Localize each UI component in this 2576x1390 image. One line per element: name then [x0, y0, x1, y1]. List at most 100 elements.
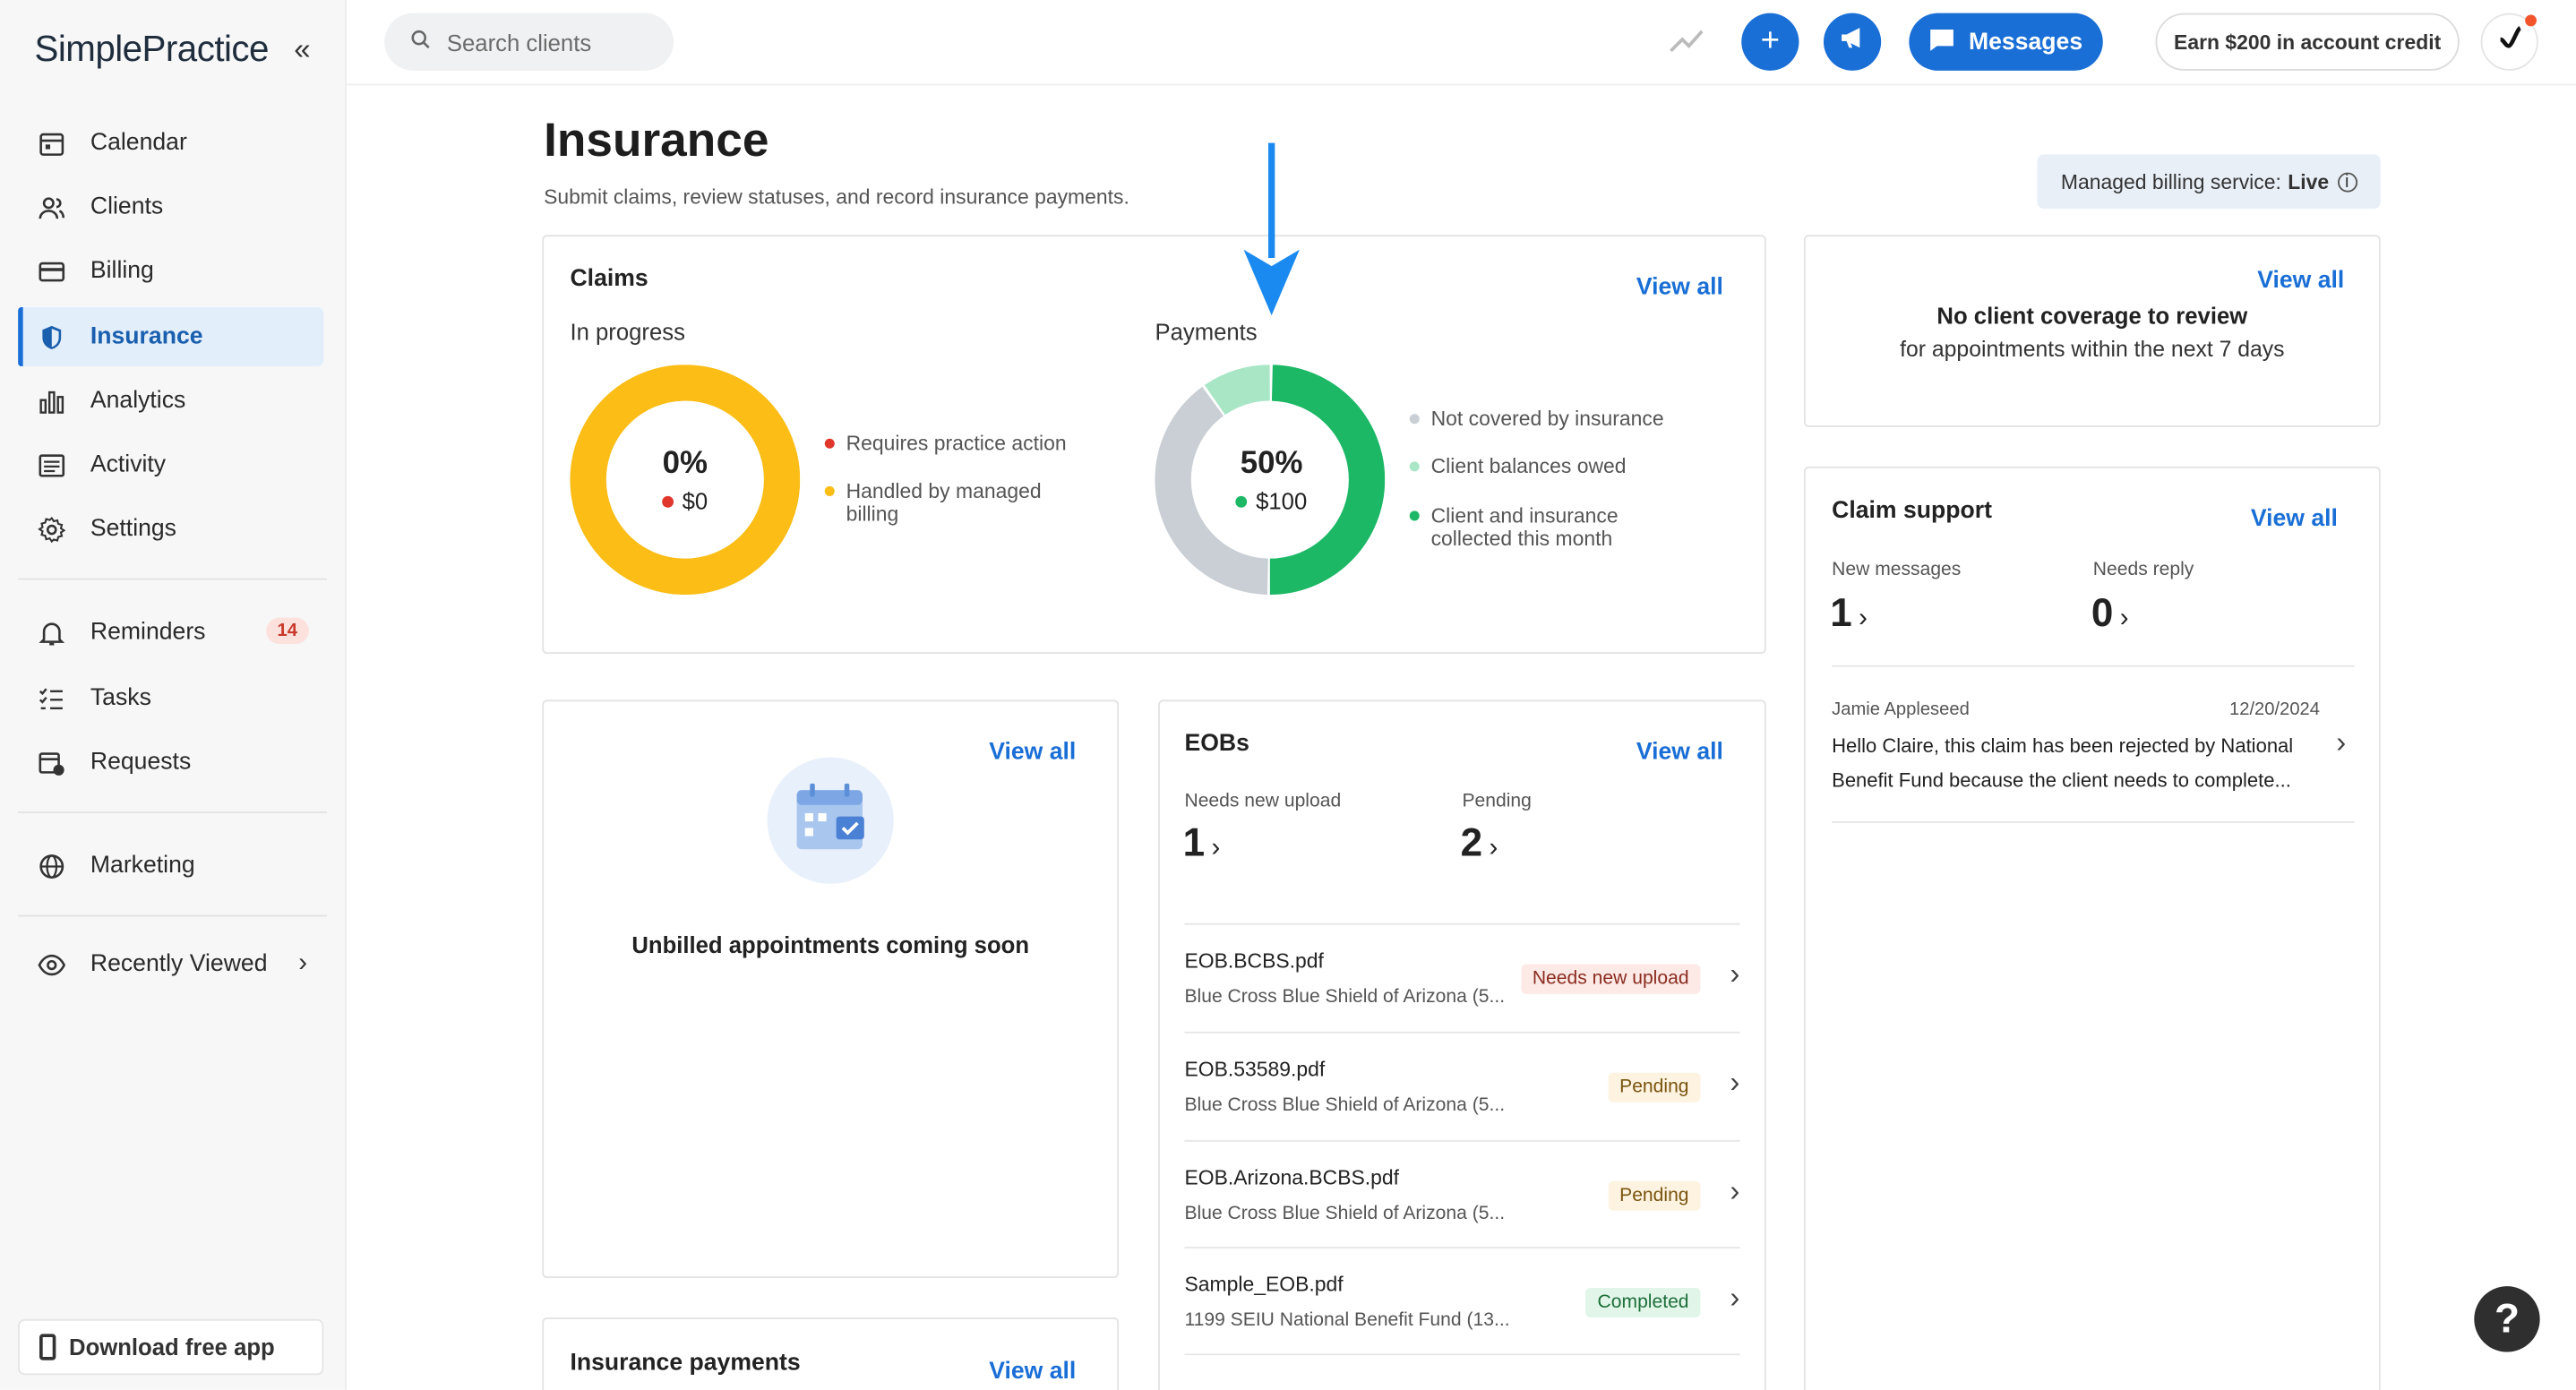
trend-icon[interactable]: [1668, 23, 1707, 59]
help-button[interactable]: ?: [2474, 1286, 2540, 1352]
eob-row[interactable]: Sample_EOB.pdf 1199 SEIU National Benefi…: [1184, 1247, 1740, 1356]
eob-payer: 1199 SEIU National Benefit Fund (13...: [1184, 1310, 1510, 1331]
page-title: Insurance: [544, 115, 769, 168]
billing-card-icon: [36, 256, 65, 286]
sidebar-item-label: Analytics: [90, 387, 186, 415]
insurance-payments-view-all-link[interactable]: View all: [989, 1359, 1076, 1385]
managed-billing-label: Managed billing service:: [2060, 169, 2281, 193]
gear-icon: [36, 514, 65, 544]
in-progress-center: 0% $0: [611, 447, 759, 514]
sidebar-item-clients[interactable]: Clients: [18, 177, 323, 236]
chevron-right-icon: ›: [2119, 604, 2129, 633]
status-badge: Pending: [1608, 1072, 1701, 1103]
eobs-title: EOBs: [1184, 731, 1249, 758]
managed-billing-value: Live: [2288, 169, 2330, 193]
brand-logo[interactable]: SimplePractice: [35, 28, 270, 71]
chevron-right-icon: ›: [1211, 834, 1221, 862]
unbilled-view-all-link[interactable]: View all: [989, 739, 1076, 765]
add-button[interactable]: +: [1741, 13, 1799, 71]
sidebar-item-activity[interactable]: Activity: [18, 435, 323, 494]
message-preview: Hello Claire, this claim has been reject…: [1832, 734, 2294, 793]
sidebar-item-settings[interactable]: Settings: [18, 500, 323, 559]
eobs-view-all-link[interactable]: View all: [1636, 739, 1723, 765]
pending-count[interactable]: 2 ›: [1461, 821, 1498, 867]
download-app-label: Download free app: [69, 1334, 275, 1360]
sidebar-item-label: Activity: [90, 451, 167, 478]
new-messages-count[interactable]: 1 ›: [1830, 591, 1868, 637]
collapse-sidebar-icon[interactable]: «: [289, 31, 315, 67]
sidebar-item-requests[interactable]: Requests: [18, 733, 323, 792]
info-icon[interactable]: i: [2337, 171, 2357, 192]
new-messages-label: New messages: [1832, 560, 1962, 580]
legend-client-balances-owed: Client balances owed: [1409, 455, 1689, 478]
sidebar-item-calendar[interactable]: Calendar: [18, 114, 323, 173]
plus-icon: +: [1760, 22, 1781, 60]
needs-reply-count[interactable]: 0 ›: [2091, 591, 2129, 637]
sidebar-item-label: Billing: [90, 257, 154, 285]
sidebar-item-label: Recently Viewed: [90, 951, 268, 978]
sidebar-item-analytics[interactable]: Analytics: [18, 372, 323, 431]
legend-collected-this-month: Client and insurance collected this mont…: [1409, 504, 1640, 551]
eob-file-name: EOB.BCBS.pdf: [1184, 949, 1324, 973]
in-progress-amount-value: $0: [682, 487, 708, 515]
download-app-button[interactable]: Download free app: [18, 1318, 324, 1376]
search-input[interactable]: Search clients: [384, 13, 674, 71]
eye-icon: [36, 949, 65, 979]
sidebar-item-marketing[interactable]: Marketing: [18, 837, 323, 896]
search-placeholder: Search clients: [446, 29, 592, 56]
legend-label: Client balances owed: [1430, 455, 1627, 478]
eob-row[interactable]: EOB.Arizona.BCBS.pdf Blue Cross Blue Shi…: [1184, 1139, 1740, 1248]
activity-list-icon: [36, 450, 65, 480]
yellow-dot: [824, 485, 835, 496]
chevron-right-icon: ›: [1489, 834, 1498, 862]
in-progress-amount: $0: [611, 488, 759, 514]
eob-row[interactable]: EOB.BCBS.pdf Blue Cross Blue Shield of A…: [1184, 922, 1740, 1032]
calendar-illustration-icon: [767, 757, 894, 884]
claims-title: Claims: [570, 266, 648, 293]
eob-row[interactable]: EOB.53589.pdf Blue Cross Blue Shield of …: [1184, 1031, 1740, 1140]
phone-icon: [39, 1334, 56, 1360]
annotation-arrow-icon: [1243, 142, 1300, 316]
sidebar-item-label: Clients: [90, 193, 164, 220]
question-mark-icon: ?: [2494, 1295, 2520, 1342]
shield-icon: [36, 322, 65, 352]
reminders-count-badge: 14: [265, 617, 309, 645]
search-icon: [411, 30, 431, 55]
messages-button[interactable]: Messages: [1909, 13, 2103, 71]
calendar-request-icon: [36, 748, 65, 777]
checklist-icon: [36, 683, 65, 713]
chevron-right-icon: ›: [1730, 1174, 1740, 1208]
chevron-right-icon: ›: [2336, 725, 2347, 759]
claims-view-all-link[interactable]: View all: [1636, 274, 1723, 300]
managed-billing-status[interactable]: Managed billing service: Live i: [2037, 154, 2381, 209]
needs-upload-count[interactable]: 1 ›: [1183, 821, 1221, 867]
coverage-view-all-link[interactable]: View all: [2257, 268, 2344, 294]
legend-handled-by-managed-billing: Handled by managed billing: [824, 480, 1055, 526]
messages-label: Messages: [1968, 29, 2083, 56]
eob-payer: Blue Cross Blue Shield of Arizona (5...: [1184, 1204, 1506, 1224]
claim-support-view-all-link[interactable]: View all: [2251, 506, 2338, 532]
sidebar-divider: [18, 914, 328, 917]
sidebar-item-reminders[interactable]: Reminders 14: [18, 603, 323, 662]
eob-payer: Blue Cross Blue Shield of Arizona (5...: [1184, 987, 1506, 1008]
claim-message-row[interactable]: Jamie Appleseed 12/20/2024 Hello Claire,…: [1832, 667, 2357, 821]
sidebar-item-label: Requests: [90, 749, 192, 776]
payments-center: 50% $100: [1198, 447, 1345, 514]
sidebar-item-recently-viewed[interactable]: Recently Viewed ›: [18, 935, 323, 994]
needs-reply-label: Needs reply: [2092, 560, 2194, 580]
earn-credit-button[interactable]: Earn $200 in account credit: [2155, 13, 2460, 71]
needs-reply-value: 0: [2091, 591, 2114, 636]
announcements-button[interactable]: [1823, 13, 1882, 71]
claim-support-title: Claim support: [1832, 497, 1992, 525]
green-dot: [1236, 495, 1248, 507]
new-messages-value: 1: [1830, 591, 1852, 636]
coverage-title: No client coverage to review: [1936, 302, 2248, 329]
coverage-subtitle: for appointments within the next 7 days: [1900, 337, 2285, 362]
in-progress-percent: 0%: [662, 446, 708, 482]
user-logo-icon: [2496, 25, 2522, 60]
sidebar-item-tasks[interactable]: Tasks: [18, 669, 323, 728]
sidebar-item-insurance[interactable]: Insurance: [18, 306, 324, 367]
sidebar-item-billing[interactable]: Billing: [18, 242, 323, 301]
sidebar-item-label: Calendar: [90, 129, 187, 157]
legend-label: Client and insurance collected this mont…: [1430, 504, 1619, 551]
